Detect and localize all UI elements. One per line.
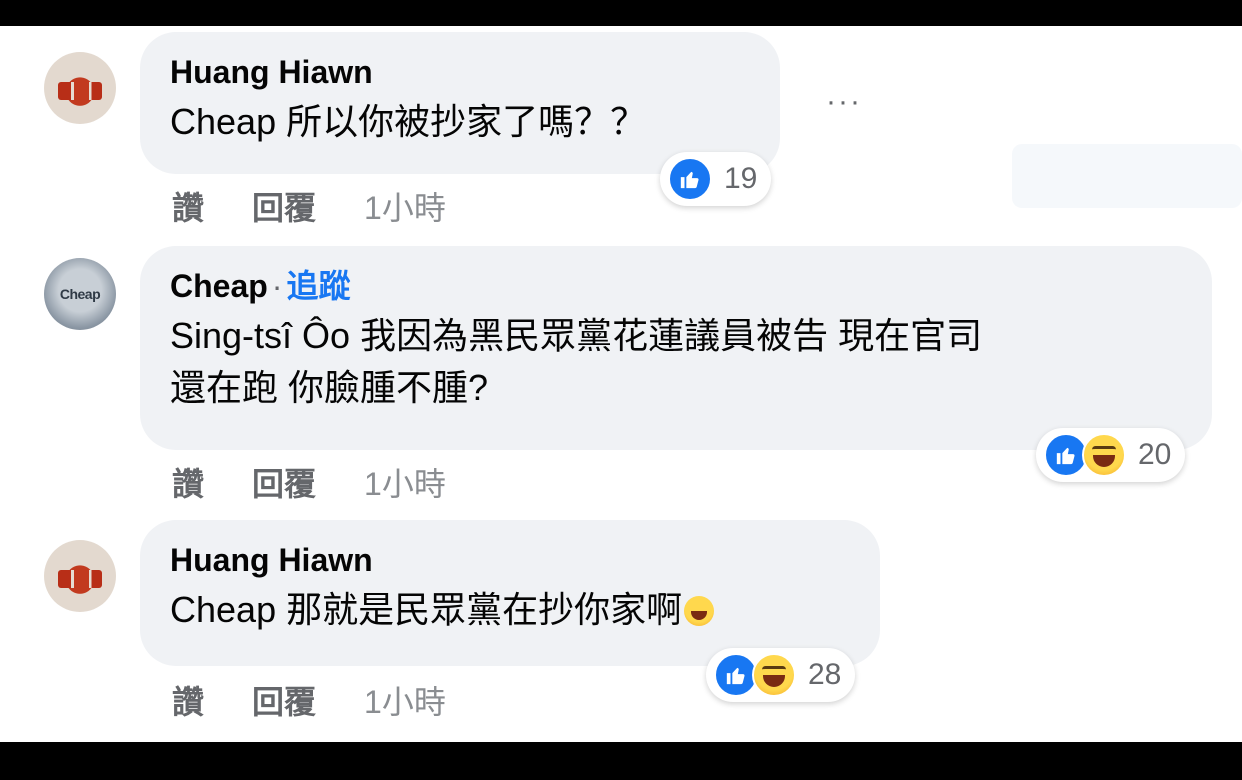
comment-text: Sing-tsî Ôo 我因為黑民眾黨花蓮議員被告 現在官司 還在跑 你臉腫不腫… <box>170 315 983 408</box>
comment-actions: 讚 回覆 1小時 <box>172 464 446 504</box>
reaction-count: 28 <box>808 658 842 691</box>
comment-author-line: Cheap · 追蹤 <box>170 268 1182 304</box>
avatar[interactable] <box>44 540 116 612</box>
reply-button[interactable]: 回覆 <box>252 464 316 504</box>
reaction-count: 19 <box>724 162 758 195</box>
reaction-count: 20 <box>1138 438 1172 471</box>
haha-reaction-icon <box>752 653 796 697</box>
like-reaction-icon <box>668 157 712 201</box>
comment-bubble: Huang Hiawn Cheap 那就是民眾黨在抄你家啊 <box>140 520 880 666</box>
avatar[interactable] <box>44 52 116 124</box>
haha-reaction-icon <box>1082 433 1126 477</box>
comment-text: Cheap 所以你被抄家了嗎？？ <box>170 101 647 142</box>
comment-actions: 讚 回覆 1小時 <box>172 188 446 228</box>
timestamp[interactable]: 1小時 <box>364 682 446 722</box>
reaction-summary[interactable]: 28 <box>706 648 856 702</box>
comment-text-content: Cheap 那就是民眾黨在抄你家啊 <box>170 589 683 630</box>
timestamp[interactable]: 1小時 <box>364 464 446 504</box>
like-button[interactable]: 讚 <box>172 682 204 722</box>
like-button[interactable]: 讚 <box>172 188 204 228</box>
faded-element <box>1012 144 1242 208</box>
avatar-text: Cheap <box>59 286 101 302</box>
like-button[interactable]: 讚 <box>172 464 204 504</box>
comment-author[interactable]: Cheap <box>170 268 268 304</box>
more-options-icon[interactable]: ··· <box>826 87 862 117</box>
comment-author[interactable]: Huang Hiawn <box>170 542 850 578</box>
comment-actions: 讚 回覆 1小時 <box>172 682 446 722</box>
reply-button[interactable]: 回覆 <box>252 188 316 228</box>
avatar[interactable]: Cheap <box>44 258 116 330</box>
reply-button[interactable]: 回覆 <box>252 682 316 722</box>
comment-text: Cheap 那就是民眾黨在抄你家啊 <box>170 584 850 636</box>
separator: · <box>271 268 283 304</box>
reaction-summary[interactable]: 20 <box>1036 428 1186 482</box>
reaction-summary[interactable]: 19 <box>660 152 772 206</box>
follow-button[interactable]: 追蹤 <box>286 268 350 304</box>
comment-bubble: Cheap · 追蹤 Sing-tsî Ôo 我因為黑民眾黨花蓮議員被告 現在官司 … <box>140 246 1212 450</box>
laughing-emoji-icon <box>684 596 715 626</box>
comments-viewport: Huang Hiawn Cheap 所以你被抄家了嗎？？ ··· 19 讚 回覆… <box>0 26 1242 742</box>
timestamp[interactable]: 1小時 <box>364 188 446 228</box>
comment-author[interactable]: Huang Hiawn <box>170 54 750 90</box>
